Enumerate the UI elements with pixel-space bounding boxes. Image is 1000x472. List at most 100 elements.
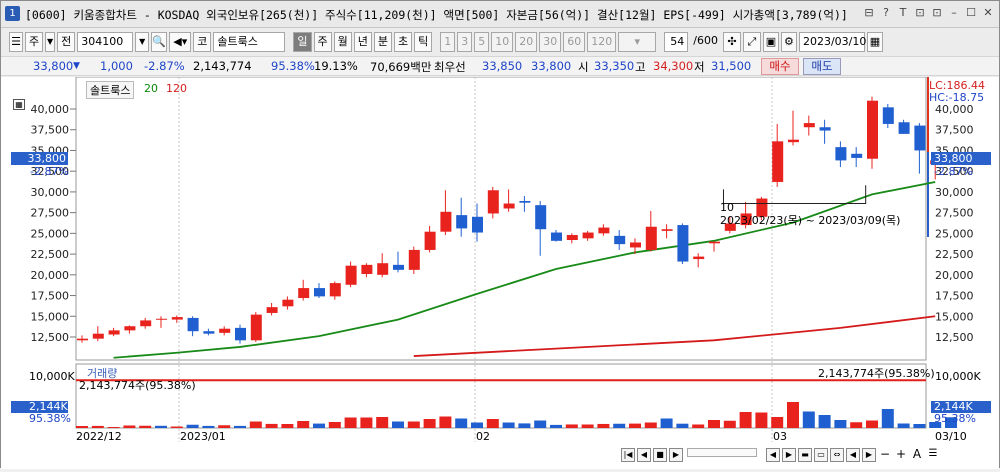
step-prev-icon[interactable]: ◀ — [766, 448, 780, 462]
interval-3[interactable]: 3 — [457, 32, 473, 52]
minimize-icon[interactable]: – — [947, 6, 961, 20]
crosshair-icon[interactable]: ✣ — [722, 32, 741, 52]
candle-body — [408, 249, 420, 270]
y-tick-label-left: 27,500 — [31, 207, 70, 220]
interval-custom-select[interactable]: ▾ — [618, 32, 657, 52]
search-icon[interactable]: 🔍 — [151, 32, 168, 52]
legend-stock[interactable]: 솔트룩스 — [86, 81, 135, 99]
interval-20[interactable]: 20 — [515, 32, 538, 52]
volume-bar — [787, 402, 799, 428]
font-icon[interactable]: T — [896, 6, 910, 20]
app-number-icon[interactable]: 1 — [5, 6, 20, 21]
sell-button[interactable]: 매도 — [803, 58, 841, 75]
chart-svg[interactable]: 12,500 12,500 15,000 15,000 17,500 17,500 20,0… — [1, 76, 999, 469]
down-arrow-icon: ▼ — [73, 61, 80, 71]
chart-zoom-controls: ◀ ▶ ▬ ▭ ⇔ ◀ ▶ − + A ☰ — [766, 446, 940, 464]
step-next-icon[interactable]: ▶ — [782, 448, 796, 462]
zoom-icon[interactable]: ⤢ — [742, 32, 761, 52]
period-tick[interactable]: 틱 — [414, 32, 433, 52]
interval-1[interactable]: 1 — [440, 32, 456, 52]
period-type-select[interactable]: 주 — [25, 32, 44, 52]
period-day[interactable]: 일 — [293, 32, 312, 52]
date-input[interactable]: 2023/03/10 — [798, 32, 866, 52]
font-size-icon[interactable]: A — [910, 448, 924, 462]
zoom-out-icon[interactable]: ▭ — [814, 448, 828, 462]
candle-body — [314, 288, 325, 297]
prev-button[interactable]: 전 — [57, 32, 76, 52]
interval-120[interactable]: 120 — [587, 32, 617, 52]
volume-pct: 95.38% — [271, 59, 315, 73]
stop-icon[interactable]: ■ — [653, 448, 667, 462]
price-info-row: 33,800 ▼ 1,000 -2.87% 2,143,774 95.38% 1… — [1, 56, 999, 76]
speaker-icon[interactable]: ◀▾ — [169, 32, 192, 52]
stock-name-field[interactable]: 솔트룩스 — [213, 32, 286, 52]
title-bar: 1 [0600] 키움종합차트 - KOSDAQ 외국인보유[265(천)] 주… — [1, 1, 999, 28]
period-second[interactable]: 초 — [394, 32, 413, 52]
gear-icon[interactable]: ⚙ — [780, 32, 797, 52]
volume-bar — [123, 425, 136, 428]
y-tick-label-right: 40,000 — [935, 103, 974, 116]
layout-icon[interactable]: ⊡ — [913, 6, 927, 20]
volume-bar — [723, 420, 736, 428]
period-week[interactable]: 주 — [313, 32, 332, 52]
scroll-left-icon[interactable]: ◀ — [846, 448, 860, 462]
scroll-right-icon[interactable]: ▶ — [862, 448, 876, 462]
volume-bar — [913, 424, 926, 428]
period-month[interactable]: 월 — [333, 32, 352, 52]
candle-body — [424, 231, 436, 250]
candle-body — [440, 211, 452, 232]
legend-ma120[interactable]: 120 — [166, 82, 187, 95]
grid-toggle-icon[interactable]: ▦ — [13, 99, 25, 110]
legend-ma20[interactable]: 20 — [144, 82, 158, 95]
share-icon[interactable]: ⊟ — [862, 6, 876, 20]
close-icon[interactable]: ✕ — [981, 6, 995, 20]
interval-5[interactable]: 5 — [474, 32, 490, 52]
candle-body — [914, 125, 926, 151]
calendar-icon[interactable]: ▦ — [866, 32, 883, 52]
interval-10[interactable]: 10 — [491, 32, 514, 52]
candle-body — [187, 317, 199, 332]
zoom-in-icon[interactable]: ▬ — [798, 448, 812, 462]
menu-icon[interactable]: ☰ — [926, 448, 940, 462]
chart-scrollbar[interactable] — [687, 448, 757, 457]
list-icon[interactable]: ☰ — [9, 32, 23, 52]
volume-bar — [297, 421, 310, 428]
toolbar: ☰ 주 ▼ 전 304100 ▼ 🔍 ◀▾ 코 솔트룩스 일 주 월 년 분 초… — [1, 30, 999, 54]
chart-area[interactable]: 12,500 12,500 15,000 15,000 17,500 17,500 20,0… — [1, 76, 999, 469]
restore-icon[interactable]: ⊡ — [930, 6, 944, 20]
y-tick-label-right: 37,500 — [935, 124, 974, 137]
turnover: 19.13% — [314, 59, 358, 73]
chevron-down-icon[interactable]: ▼ — [45, 32, 56, 52]
volume-bar — [313, 423, 325, 428]
minus-icon[interactable]: − — [878, 448, 892, 462]
volume-bar — [155, 425, 167, 428]
maximize-icon[interactable]: ☐ — [964, 6, 978, 20]
open-price: 33,350 — [594, 59, 635, 73]
next-icon[interactable]: ▶ — [669, 448, 683, 462]
candle-body — [519, 201, 531, 203]
y-tick-label-left: 20,000 — [31, 269, 70, 282]
candle-body — [677, 225, 689, 262]
code-dropdown-icon[interactable]: ▼ — [135, 32, 150, 52]
y-tick-label-left: 22,500 — [31, 248, 70, 261]
price-change: 1,000 — [100, 59, 133, 73]
interval-30[interactable]: 30 — [539, 32, 562, 52]
first-icon[interactable]: |◀ — [621, 448, 635, 462]
stock-code-input[interactable]: 304100 — [77, 32, 134, 52]
buy-button[interactable]: 매수 — [761, 58, 799, 75]
current-price: 33,800 — [33, 59, 74, 73]
volume-pct-left: 95.38% — [29, 412, 71, 425]
help-icon[interactable]: ? — [879, 6, 893, 20]
stretch-icon[interactable]: ⇔ — [830, 448, 844, 462]
candle-body — [772, 141, 784, 182]
volume-bar — [581, 424, 594, 428]
period-minute[interactable]: 분 — [373, 32, 392, 52]
bar-count-input[interactable]: 54 — [664, 32, 689, 52]
save-icon[interactable]: ▣ — [762, 32, 779, 52]
hc-label: HC:-18.75 — [929, 91, 985, 104]
period-year[interactable]: 년 — [353, 32, 372, 52]
volume-bar — [897, 423, 910, 428]
prev-icon[interactable]: ◀ — [637, 448, 651, 462]
plus-icon[interactable]: + — [894, 448, 908, 462]
interval-60[interactable]: 60 — [563, 32, 586, 52]
